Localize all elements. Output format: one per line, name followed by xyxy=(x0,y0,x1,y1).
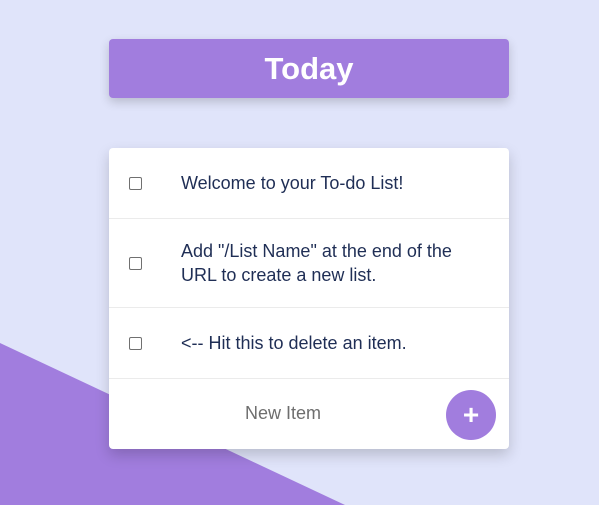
delete-checkbox[interactable] xyxy=(129,256,142,270)
list-title-header: Today xyxy=(109,39,509,98)
new-item-form: + xyxy=(109,379,509,449)
list-item-text: Welcome to your To-do List! xyxy=(181,173,404,193)
todo-list-card: Welcome to your To-do List! Add "/List N… xyxy=(109,148,509,449)
delete-checkbox[interactable] xyxy=(129,336,142,350)
list-item: Welcome to your To-do List! xyxy=(109,148,509,219)
list-item: <-- Hit this to delete an item. xyxy=(109,308,509,379)
delete-checkbox[interactable] xyxy=(129,176,142,190)
add-item-button[interactable]: + xyxy=(446,390,496,440)
list-item-text: <-- Hit this to delete an item. xyxy=(181,333,407,353)
plus-icon: + xyxy=(462,399,480,430)
list-title: Today xyxy=(264,50,354,86)
list-item-text: Add "/List Name" at the end of the URL t… xyxy=(181,241,452,285)
list-item: Add "/List Name" at the end of the URL t… xyxy=(109,219,509,308)
new-item-input[interactable] xyxy=(245,403,425,424)
